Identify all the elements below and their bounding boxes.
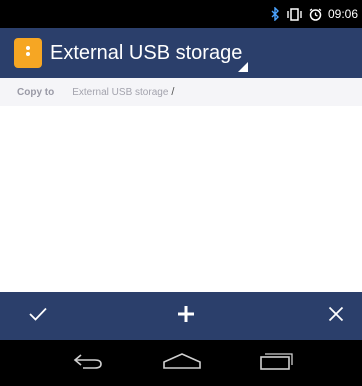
cancel-icon [328, 306, 344, 327]
action-bar [0, 292, 362, 340]
dropdown-indicator-icon[interactable] [238, 62, 248, 72]
navigation-bar [0, 340, 362, 386]
alarm-icon [309, 7, 322, 21]
copy-to-label: Copy to [17, 86, 55, 98]
back-button[interactable] [58, 340, 118, 386]
recents-button[interactable] [246, 340, 306, 386]
vibrate-icon [287, 7, 302, 21]
new-folder-button[interactable] [166, 292, 206, 340]
title-bar: External USB storage [0, 28, 362, 78]
breadcrumb-item-usb-storage[interactable]: External USB storage [72, 87, 168, 98]
confirm-icon [28, 306, 48, 327]
status-time: 09:06 [327, 7, 358, 21]
add-icon [177, 305, 195, 328]
file-list [0, 106, 362, 292]
cancel-button[interactable] [316, 292, 356, 340]
breadcrumb-separator: / [171, 86, 175, 98]
home-button[interactable] [152, 340, 212, 386]
bluetooth-icon [271, 7, 280, 21]
home-icon [162, 352, 202, 375]
screen: 09:06 External USB storage Copy to Exter… [0, 0, 362, 386]
recents-icon [259, 351, 293, 376]
breadcrumb: Copy to External USB storage / [0, 78, 362, 106]
storage-selector-title[interactable]: External USB storage [50, 40, 242, 66]
back-icon [73, 353, 103, 374]
confirm-button[interactable] [18, 292, 58, 340]
app-menu-icon[interactable] [14, 38, 42, 68]
status-bar: 09:06 [0, 0, 362, 28]
